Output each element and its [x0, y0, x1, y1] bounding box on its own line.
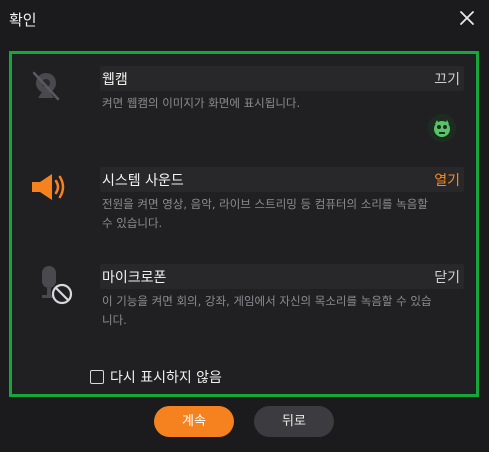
sound-description: 전원을 켜면 영상, 음악, 라이브 스트리밍 등 컴퓨터의 소리를 녹음할 수…	[102, 197, 428, 230]
webcam-off-icon	[28, 68, 64, 104]
continue-button[interactable]: 계속	[154, 406, 234, 437]
speaker-icon	[28, 170, 68, 204]
dont-show-again-option[interactable]: 다시 표시하지 않음	[90, 367, 222, 387]
dialog-title: 확인	[9, 11, 37, 29]
sound-state-toggle[interactable]: 열기	[434, 170, 460, 190]
webcam-description: 켜면 웹캠의 이미지가 화면에 표시됩니다.	[102, 96, 301, 110]
sound-label: 시스템 사운드	[102, 173, 184, 189]
sound-row-header[interactable]: 시스템 사운드 열기	[100, 167, 464, 192]
webcam-label: 웹캠	[102, 72, 128, 88]
title-bar: 확인	[0, 0, 489, 40]
mic-row-header[interactable]: 마이크로폰 닫기	[100, 264, 464, 289]
mic-state-toggle[interactable]: 닫기	[434, 267, 460, 287]
mic-off-icon	[32, 264, 74, 306]
avatar	[428, 114, 456, 142]
avatar-icon	[428, 114, 456, 142]
webcam-state-toggle[interactable]: 끄기	[434, 69, 460, 89]
dont-show-checkbox[interactable]	[90, 370, 104, 384]
mic-description: 이 기능을 켜면 회의, 강좌, 게임에서 자신의 목소리를 녹음할 수 있습니…	[102, 294, 432, 327]
close-icon	[460, 11, 474, 25]
webcam-row-header[interactable]: 웹캠 끄기	[100, 66, 464, 91]
mic-label: 마이크로폰	[102, 270, 167, 286]
back-button[interactable]: 뒤로	[254, 406, 334, 437]
close-button[interactable]	[457, 8, 477, 28]
settings-panel: 웹캠 끄기 켜면 웹캠의 이미지가 화면에 표시됩니다. 시스템 사운드 열기 …	[9, 51, 479, 397]
dont-show-label: 다시 표시하지 않음	[110, 370, 222, 386]
